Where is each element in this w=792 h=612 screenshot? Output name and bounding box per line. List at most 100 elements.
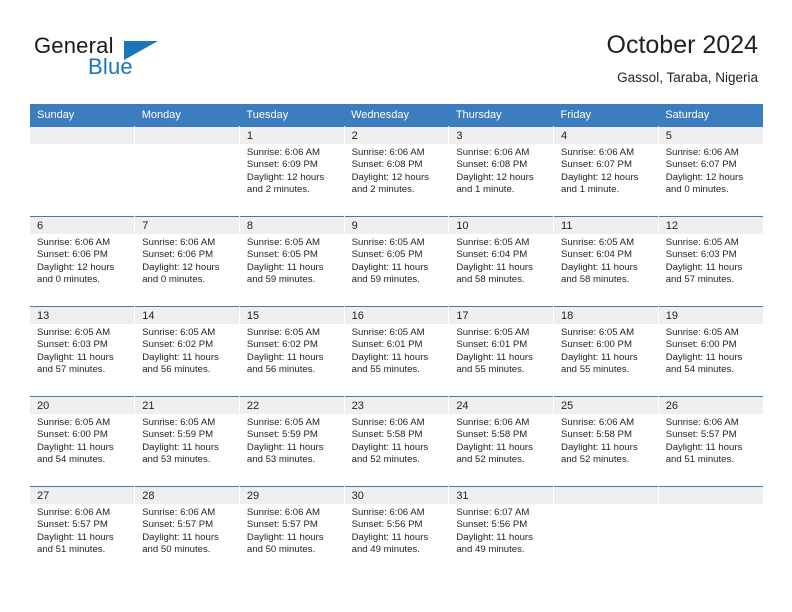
- calendar-day-cell[interactable]: 6 Sunrise: 6:06 AM Sunset: 6:06 PM Daylight…: [30, 216, 136, 307]
- day-details: Sunrise: 6:05 AM Sunset: 6:03 PM Daylight:…: [659, 234, 763, 286]
- calendar-day-cell[interactable]: 29 Sunrise: 6:06 AM Sunset: 5:57 PM Dayligh…: [239, 486, 345, 576]
- calendar-day-cell[interactable]: 22 Sunrise: 6:05 AM Sunset: 5:59 PM Dayligh…: [239, 396, 345, 487]
- calendar-day-cell[interactable]: 10 Sunrise: 6:05 AM Sunset: 6:04 PM Dayligh…: [448, 216, 555, 307]
- daylight-text: Daylight: 11 hours and 50 minutes.: [142, 531, 219, 555]
- sunrise-text: Sunrise: 6:06 AM: [456, 147, 530, 158]
- daylight-text: Daylight: 11 hours and 52 minutes.: [351, 441, 429, 465]
- day-details: Sunrise: 6:06 AM Sunset: 5:57 PM Daylight:…: [659, 414, 763, 466]
- sunset-text: Sunset: 5:58 PM: [456, 429, 528, 441]
- daylight-text: Daylight: 11 hours and 57 minutes.: [37, 351, 114, 375]
- calendar-day-cell[interactable]: 13 Sunrise: 6:05 AM Sunset: 6:03 PM Dayligh…: [30, 306, 136, 397]
- calendar-day-cell[interactable]: 17 Sunrise: 6:05 AM Sunset: 6:01 PM Dayligh…: [448, 306, 555, 397]
- day-number: 3: [449, 127, 554, 144]
- daylight-text: Daylight: 11 hours and 49 minutes.: [351, 531, 429, 555]
- daylight-text: Daylight: 11 hours and 56 minutes.: [142, 351, 219, 375]
- sunset-text: Sunset: 6:05 PM: [351, 249, 423, 261]
- calendar-day-cell[interactable]: 21 Sunrise: 6:05 AM Sunset: 5:59 PM Dayligh…: [134, 396, 240, 487]
- daylight-text: Daylight: 11 hours and 58 minutes.: [561, 261, 638, 285]
- daylight-text: Daylight: 12 hours and 0 minutes.: [142, 261, 220, 285]
- sunrise-text: Sunrise: 6:06 AM: [37, 507, 111, 518]
- sunset-text: Sunset: 6:03 PM: [665, 249, 737, 261]
- calendar-day-cell[interactable]: 30 Sunrise: 6:06 AM Sunset: 5:56 PM Dayligh…: [344, 486, 450, 576]
- sunrise-text: Sunrise: 6:05 AM: [37, 327, 111, 338]
- sunrise-text: Sunrise: 6:06 AM: [351, 507, 425, 518]
- daylight-text: Daylight: 11 hours and 55 minutes.: [351, 351, 429, 375]
- day-details: Sunrise: 6:06 AM Sunset: 5:58 PM Daylight:…: [345, 414, 449, 466]
- daylight-text: Daylight: 11 hours and 53 minutes.: [142, 441, 219, 465]
- calendar-day-cell[interactable]: 5 Sunrise: 6:06 AM Sunset: 6:07 PM Daylight…: [658, 126, 763, 217]
- calendar-week-row: 20 Sunrise: 6:05 AM Sunset: 6:00 PM Dayligh…: [30, 396, 763, 487]
- calendar-day-cell[interactable]: 12 Sunrise: 6:05 AM Sunset: 6:03 PM Dayligh…: [658, 216, 763, 307]
- calendar-day-cell[interactable]: 4 Sunrise: 6:06 AM Sunset: 6:07 PM Daylight…: [553, 126, 659, 217]
- day-number: 4: [554, 127, 658, 144]
- sunset-text: Sunset: 6:03 PM: [37, 339, 108, 351]
- calendar-day-cell[interactable]: 14 Sunrise: 6:05 AM Sunset: 6:02 PM Dayligh…: [134, 306, 240, 397]
- sunset-text: Sunset: 5:56 PM: [456, 519, 528, 531]
- sunrise-text: Sunrise: 6:05 AM: [351, 237, 425, 248]
- day-number: 21: [135, 397, 239, 414]
- day-details: Sunrise: 6:06 AM Sunset: 6:08 PM Daylight:…: [345, 144, 449, 196]
- day-number: 17: [449, 307, 554, 324]
- sunset-text: Sunset: 6:04 PM: [456, 249, 528, 261]
- sunrise-text: Sunrise: 6:05 AM: [665, 237, 739, 248]
- daylight-text: Daylight: 11 hours and 58 minutes.: [456, 261, 533, 285]
- calendar-day-cell[interactable]: 25 Sunrise: 6:06 AM Sunset: 5:58 PM Dayligh…: [553, 396, 659, 487]
- calendar-day-cell[interactable]: 31 Sunrise: 6:07 AM Sunset: 5:56 PM Dayligh…: [448, 486, 555, 576]
- day-number: [30, 127, 135, 144]
- calendar-day-cell[interactable]: 23 Sunrise: 6:06 AM Sunset: 5:58 PM Dayligh…: [344, 396, 450, 487]
- sunset-text: Sunset: 5:57 PM: [142, 519, 214, 531]
- calendar-day-cell[interactable]: 7 Sunrise: 6:06 AM Sunset: 6:06 PM Daylight…: [134, 216, 240, 307]
- sunrise-text: Sunrise: 6:06 AM: [351, 417, 425, 428]
- daylight-text: Daylight: 11 hours and 53 minutes.: [246, 441, 324, 465]
- calendar-day-cell[interactable]: 20 Sunrise: 6:05 AM Sunset: 6:00 PM Dayligh…: [30, 396, 136, 487]
- day-number: 22: [239, 397, 344, 414]
- calendar-day-cell[interactable]: 8 Sunrise: 6:05 AM Sunset: 6:05 PM Daylight…: [239, 216, 345, 307]
- calendar-header-row: Sunday Monday Tuesday Wednesday Thursday Frid…: [30, 104, 763, 127]
- daylight-text: Daylight: 11 hours and 52 minutes.: [456, 441, 533, 465]
- sunset-text: Sunset: 6:09 PM: [246, 159, 318, 171]
- sunrise-text: Sunrise: 6:05 AM: [456, 327, 530, 338]
- calendar-day-cell[interactable]: 11 Sunrise: 6:05 AM Sunset: 6:04 PM Dayligh…: [553, 216, 659, 307]
- calendar-day-cell[interactable]: 24 Sunrise: 6:06 AM Sunset: 5:58 PM Dayligh…: [448, 396, 555, 487]
- sunrise-text: Sunrise: 6:05 AM: [561, 237, 635, 248]
- sunset-text: Sunset: 6:06 PM: [37, 249, 108, 261]
- calendar-day-cell[interactable]: 27 Sunrise: 6:06 AM Sunset: 5:57 PM Dayligh…: [30, 486, 136, 576]
- calendar-day-cell[interactable]: 9 Sunrise: 6:05 AM Sunset: 6:05 PM Daylight…: [344, 216, 450, 307]
- day-number: 1: [239, 127, 344, 144]
- calendar-day-cell[interactable]: 26 Sunrise: 6:06 AM Sunset: 5:57 PM Dayligh…: [658, 396, 763, 487]
- sunset-text: Sunset: 5:57 PM: [665, 429, 737, 441]
- calendar-day-cell-empty: [134, 126, 240, 217]
- sunset-text: Sunset: 5:59 PM: [246, 429, 318, 441]
- sunrise-text: Sunrise: 6:05 AM: [246, 237, 320, 248]
- weekday-header-sunday: Sunday: [30, 104, 135, 127]
- day-number: 16: [344, 307, 449, 324]
- calendar-day-cell[interactable]: 16 Sunrise: 6:05 AM Sunset: 6:01 PM Dayligh…: [344, 306, 450, 397]
- calendar-day-cell[interactable]: 18 Sunrise: 6:05 AM Sunset: 6:00 PM Dayligh…: [553, 306, 659, 397]
- daylight-text: Daylight: 11 hours and 56 minutes.: [246, 351, 324, 375]
- sunset-text: Sunset: 5:58 PM: [561, 429, 632, 441]
- day-number: 28: [135, 487, 239, 504]
- calendar-day-cell[interactable]: 1 Sunrise: 6:06 AM Sunset: 6:09 PM Daylight…: [239, 126, 345, 217]
- calendar-day-cell[interactable]: 28 Sunrise: 6:06 AM Sunset: 5:57 PM Dayligh…: [134, 486, 240, 576]
- day-details: Sunrise: 6:05 AM Sunset: 6:00 PM Daylight:…: [30, 414, 134, 466]
- day-details: Sunrise: 6:05 AM Sunset: 6:04 PM Daylight:…: [554, 234, 658, 286]
- daylight-text: Daylight: 11 hours and 54 minutes.: [37, 441, 114, 465]
- sunset-text: Sunset: 6:07 PM: [665, 159, 737, 171]
- calendar-page: General Blue October 2024 Gassol, Taraba…: [0, 0, 792, 612]
- sunset-text: Sunset: 6:04 PM: [561, 249, 632, 261]
- sunrise-text: Sunrise: 6:06 AM: [351, 147, 425, 158]
- calendar-day-cell[interactable]: 19 Sunrise: 6:05 AM Sunset: 6:00 PM Dayligh…: [658, 306, 763, 397]
- day-details: Sunrise: 6:05 AM Sunset: 5:59 PM Daylight:…: [240, 414, 344, 466]
- calendar-day-cell[interactable]: 15 Sunrise: 6:05 AM Sunset: 6:02 PM Dayligh…: [239, 306, 345, 397]
- day-details: Sunrise: 6:05 AM Sunset: 6:01 PM Daylight:…: [449, 324, 553, 376]
- day-details: Sunrise: 6:06 AM Sunset: 6:09 PM Daylight:…: [240, 144, 344, 196]
- calendar-day-cell[interactable]: 3 Sunrise: 6:06 AM Sunset: 6:08 PM Daylight…: [448, 126, 555, 217]
- sunset-text: Sunset: 6:06 PM: [142, 249, 214, 261]
- weekday-header-tuesday: Tuesday: [239, 104, 345, 127]
- calendar-week-row: 1 Sunrise: 6:06 AM Sunset: 6:09 PM Daylight…: [30, 126, 763, 217]
- sunset-text: Sunset: 6:08 PM: [351, 159, 423, 171]
- sunrise-text: Sunrise: 6:06 AM: [246, 147, 320, 158]
- day-details: Sunrise: 6:06 AM Sunset: 5:57 PM Daylight:…: [135, 504, 239, 556]
- sunrise-text: Sunrise: 6:06 AM: [142, 237, 216, 248]
- calendar-day-cell[interactable]: 2 Sunrise: 6:06 AM Sunset: 6:08 PM Daylight…: [344, 126, 450, 217]
